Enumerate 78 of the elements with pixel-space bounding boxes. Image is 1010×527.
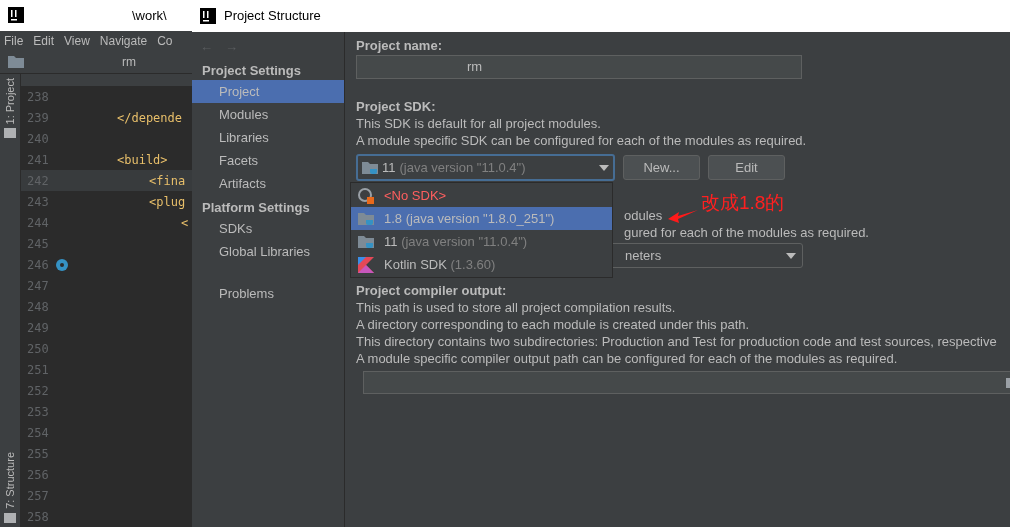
tool-window-tab[interactable]: 1: Project <box>1 78 19 125</box>
override-icon[interactable] <box>55 257 69 272</box>
menu-item[interactable]: View <box>64 31 90 50</box>
breadcrumb[interactable]: rm <box>122 52 136 71</box>
code-line: <build> <box>117 151 168 169</box>
dropdown-arrow-icon <box>599 164 609 171</box>
sdk-dropdown[interactable]: 11 (java version "11.0.4") <box>356 154 615 181</box>
help-text: This path is used to store all project compilation results. <box>356 299 677 315</box>
jdk-folder-icon <box>358 234 374 249</box>
folder-icon <box>8 54 24 69</box>
sidebar-item[interactable]: Libraries <box>192 126 344 149</box>
sdk-option[interactable]: <No SDK> <box>351 184 612 207</box>
menu-item[interactable]: Navigate <box>99 31 148 50</box>
app-logo-icon <box>8 7 24 24</box>
code-line: <plug <box>149 193 186 211</box>
jdk-folder-icon <box>362 160 378 175</box>
line-number: 248 <box>26 298 50 316</box>
line-number: 258 <box>26 508 50 526</box>
line-number: 250 <box>26 340 50 358</box>
help-text: This SDK is default for all project modules. <box>356 115 602 131</box>
code-line: <fina <box>149 172 186 190</box>
field-label: Project compiler output: <box>356 282 508 298</box>
line-number: 247 <box>26 277 50 295</box>
help-text: A directory corresponding to each module is created under this path. <box>356 316 751 332</box>
line-number: 241 <box>26 151 50 169</box>
line-number: 243 <box>26 193 50 211</box>
line-number: 255 <box>26 445 50 463</box>
section-heading: Platform Settings <box>201 198 311 217</box>
menu-item[interactable]: Co <box>157 31 173 50</box>
sidebar-item[interactable]: Artifacts <box>192 172 344 195</box>
dropdown-arrow-icon <box>786 252 796 259</box>
help-text: This directory contains two subdirectories: Production and Test for production code and test sources, respective <box>356 333 998 349</box>
line-number: 238 <box>26 88 50 106</box>
compiler-output-field[interactable] <box>363 371 1010 394</box>
line-number: 245 <box>26 235 50 253</box>
sidebar-item[interactable]: Modules <box>192 103 344 126</box>
help-text: A module specific compiler output path can be configured for each of the modules as required. <box>356 350 899 366</box>
line-number: 239 <box>26 109 50 127</box>
project-name-field[interactable]: rm <box>356 55 802 79</box>
help-text: gured for each of the modules as required. <box>624 224 870 240</box>
field-label: Project SDK: <box>356 98 437 114</box>
dialog-title: Project Structure <box>224 7 321 26</box>
line-number: 249 <box>26 319 50 337</box>
line-number: 244 <box>26 214 50 232</box>
sdk-option[interactable]: 11 (java version "11.0.4") <box>351 230 612 253</box>
line-number: 251 <box>26 361 50 379</box>
kotlin-logo-icon <box>358 256 374 273</box>
window-title: \work\ <box>132 6 167 25</box>
sdk-button[interactable]: Edit <box>708 155 785 180</box>
annotation-text: 改成1.8的 <box>701 191 785 215</box>
menu-item[interactable]: Edit <box>33 31 55 50</box>
jdk-folder-icon <box>358 211 374 226</box>
section-heading: Project Settings <box>201 61 302 80</box>
line-number: 253 <box>26 403 50 421</box>
menu-item[interactable]: File <box>4 31 24 50</box>
sidebar-item[interactable]: SDKs <box>192 217 344 240</box>
code-line: < <box>181 214 189 232</box>
structure-icon <box>4 513 16 523</box>
help-text: A module specific SDK can be configured for each of the modules as required. <box>356 132 808 148</box>
help-text: odules <box>624 207 663 223</box>
folder-icon <box>4 128 16 139</box>
line-number: 252 <box>26 382 50 400</box>
sdk-button[interactable]: New... <box>623 155 700 180</box>
line-number: 246 <box>26 256 50 274</box>
sidebar-item[interactable]: Problems <box>192 282 344 305</box>
line-number: 254 <box>26 424 50 442</box>
line-number: 256 <box>26 466 50 484</box>
field-label: Project name: <box>356 37 443 55</box>
app-logo-icon <box>200 8 216 24</box>
line-number: 240 <box>26 130 50 148</box>
sidebar-item[interactable]: Facets <box>192 149 344 172</box>
globe-icon <box>358 187 374 204</box>
line-number: 257 <box>26 487 50 505</box>
sdk-option[interactable]: Kotlin SDK (1.3.60) <box>351 253 612 276</box>
sidebar-item[interactable]: Global Libraries <box>192 240 344 263</box>
annotation-arrow <box>667 208 699 224</box>
tool-window-tab[interactable]: 7: Structure <box>1 452 19 509</box>
code-line: </depende <box>117 109 183 127</box>
